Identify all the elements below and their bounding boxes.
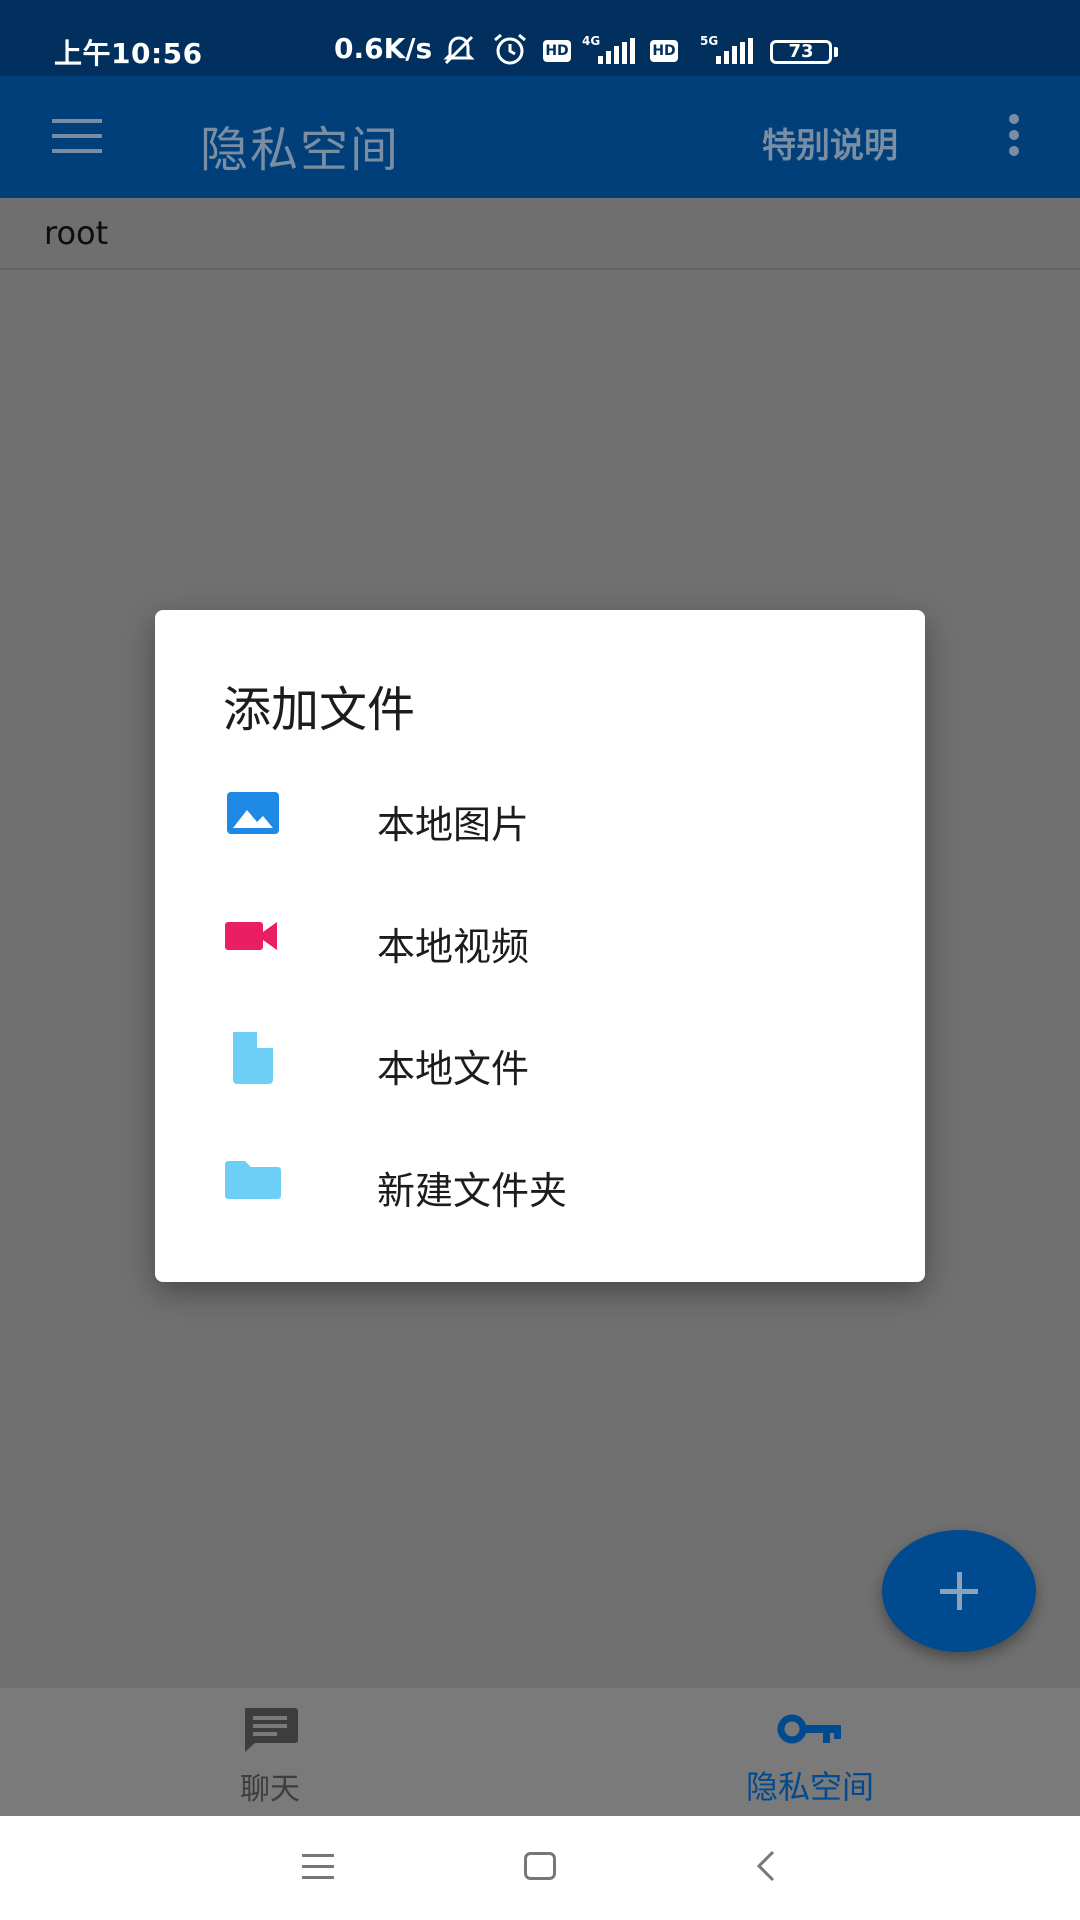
more-options-icon[interactable] [1004, 114, 1024, 160]
battery-tip [834, 47, 838, 57]
special-note-button[interactable]: 特别说明 [762, 118, 898, 167]
bottom-navigation: 聊天 隐私空间 [0, 1688, 1080, 1816]
back-icon[interactable] [756, 1850, 776, 1886]
option-label: 本地视频 [377, 925, 530, 969]
add-file-dialog: 添加文件 本地图片 本地视频 本地文件 新建文件夹 [155, 610, 925, 1282]
battery-indicator: 73 [770, 40, 832, 64]
mute-icon [442, 34, 476, 73]
option-label: 本地图片 [377, 803, 530, 847]
signal-icon-2 [716, 38, 754, 71]
dialog-title: 添加文件 [223, 682, 416, 738]
alarm-icon [492, 33, 528, 73]
hd-badge-2: HD [650, 40, 678, 62]
menu-icon[interactable] [52, 119, 102, 155]
screen: 上午10:56 0.6K/s HD 4G HD 5G 73 隐私空间 特别说明 … [0, 0, 1080, 1920]
home-icon[interactable] [524, 1852, 556, 1884]
system-navigation-bar [0, 1816, 1080, 1920]
recent-apps-icon[interactable] [302, 1854, 334, 1884]
chat-icon [241, 1706, 299, 1758]
key-icon [777, 1712, 843, 1750]
breadcrumb-path[interactable]: root [44, 214, 108, 252]
status-bar: 上午10:56 0.6K/s HD 4G HD 5G 73 [0, 0, 1080, 76]
folder-icon [225, 1152, 281, 1208]
nav-item-private-space[interactable]: 隐私空间 [540, 1688, 1080, 1816]
option-new-folder[interactable]: 新建文件夹 [155, 1122, 925, 1244]
option-local-files[interactable]: 本地文件 [155, 1000, 925, 1122]
nav-item-chat[interactable]: 聊天 [0, 1688, 540, 1816]
option-local-images[interactable]: 本地图片 [155, 756, 925, 878]
option-label: 本地文件 [377, 1047, 530, 1091]
app-title: 隐私空间 [200, 122, 401, 178]
hd-badge: HD [543, 40, 571, 62]
image-icon [225, 786, 281, 842]
file-icon [225, 1030, 281, 1086]
signal-icon [598, 38, 636, 71]
nav-label-private-space: 隐私空间 [745, 1768, 874, 1806]
app-bar: 隐私空间 特别说明 [0, 76, 1080, 198]
status-time: 上午10:56 [54, 37, 203, 70]
option-label: 新建文件夹 [377, 1169, 568, 1213]
add-file-fab[interactable] [882, 1530, 1036, 1652]
option-local-videos[interactable]: 本地视频 [155, 878, 925, 1000]
breadcrumb: root [0, 198, 1080, 270]
nav-label-chat: 聊天 [240, 1772, 300, 1807]
videocam-icon [225, 908, 281, 964]
status-net-speed: 0.6K/s [334, 32, 433, 65]
